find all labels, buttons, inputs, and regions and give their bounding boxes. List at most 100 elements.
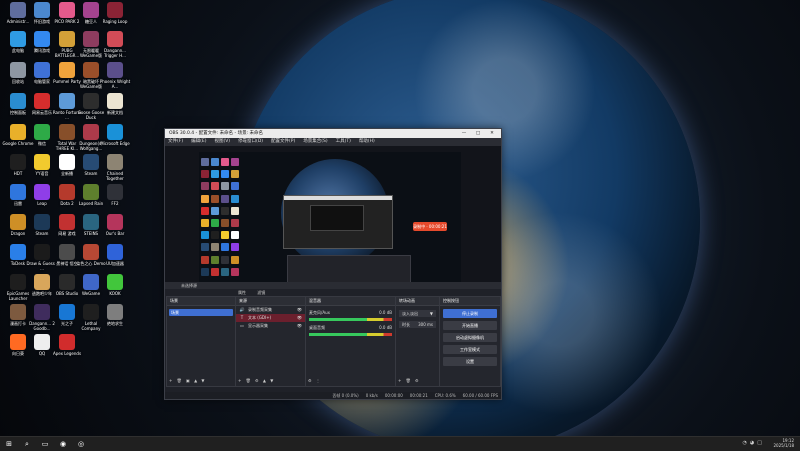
desktop-icon[interactable]: Dangann... Trigger H... xyxy=(99,31,131,58)
properties-filters-row: 属性 滤镜 xyxy=(165,289,501,296)
menu-tools[interactable]: 工具(T) xyxy=(336,138,351,146)
taskbar-clock[interactable]: 19:12 2025/1/18 xyxy=(764,438,794,448)
preview-desktop-icon xyxy=(211,206,219,215)
sources-footer: + 🗑 ⚙ ▲ ▼ xyxy=(238,378,303,384)
start-virtual-camera-button[interactable]: 启动虚拟摄像机 xyxy=(443,333,497,342)
desktop-icon-image xyxy=(10,154,26,170)
dropped-frames: 丢帧 0 (0.0%) xyxy=(332,393,359,398)
desktop-icon[interactable]: Phoenix Wright A... xyxy=(99,62,131,89)
obs-window[interactable]: OBS 30.0.4 - 配置文件: 未命名 - 场景: 未命名 — □ ✕ 文… xyxy=(164,128,502,400)
menu-edit[interactable]: 编辑(E) xyxy=(191,138,206,146)
task-view-icon[interactable]: ▭ xyxy=(40,439,50,449)
preview-desktop-icon xyxy=(231,194,239,203)
source-visibility-icon[interactable]: 👁 xyxy=(297,306,302,314)
controls-header: 控制按钮 xyxy=(440,297,500,306)
desktop-icon[interactable]: Apex Legends xyxy=(51,334,83,356)
mixer-track-desktop: 桌面音频 0.0 dB xyxy=(309,325,392,336)
remove-source-button[interactable]: 🗑 xyxy=(246,378,251,383)
desktop-icon[interactable]: Chained Together xyxy=(99,154,131,181)
desktop-icon-image xyxy=(59,184,75,200)
stop-recording-button[interactable]: 停止录制 xyxy=(443,309,497,318)
add-source-button[interactable]: + xyxy=(238,378,241,383)
desktop-icon-image xyxy=(10,93,26,109)
preview-desktop-icon xyxy=(211,194,219,203)
scene-up-button[interactable]: ▲ xyxy=(194,378,197,383)
close-button[interactable]: ✕ xyxy=(485,129,499,138)
preview-desktop-icon xyxy=(201,218,209,227)
preview-desktop-icon xyxy=(231,255,239,264)
properties-tab[interactable]: 属性 xyxy=(238,290,246,295)
menu-view[interactable]: 视图(V) xyxy=(214,138,230,146)
desktop-icon-image xyxy=(34,304,50,320)
desktop-icon-label: Phoenix Wright A... xyxy=(99,79,131,89)
volume-icon[interactable]: ◕ xyxy=(750,440,754,446)
source-up-button[interactable]: ▲ xyxy=(263,378,266,383)
controls-panel: 控制按钮 停止录制 开始直播 启动虚拟摄像机 工作室模式 设置 xyxy=(439,296,501,387)
scene-down-button[interactable]: ▼ xyxy=(201,378,204,383)
transition-select[interactable]: 淡入淡出 ▼ xyxy=(399,310,436,317)
preview-desktop-icon xyxy=(231,243,239,252)
transition-settings-button[interactable]: ⚙ xyxy=(415,378,419,383)
desktop-icon[interactable]: 新建文档 xyxy=(99,93,131,115)
start-button[interactable]: ⊞ xyxy=(4,439,14,449)
menu-scene-collection[interactable]: 场景集合(S) xyxy=(303,138,327,146)
obs-taskbar-icon[interactable]: ◎ xyxy=(76,439,86,449)
remove-scene-button[interactable]: 🗑 xyxy=(177,378,182,383)
steam-icon[interactable]: ◉ xyxy=(58,439,68,449)
desktop-icon[interactable]: UU加速器 xyxy=(99,244,131,266)
menu-file[interactable]: 文件(F) xyxy=(168,138,183,146)
notification-icon[interactable]: □ xyxy=(757,440,762,446)
desktop-icon[interactable]: FF2 xyxy=(99,184,131,206)
source-visibility-icon[interactable]: 👁 xyxy=(297,322,302,330)
preview-desktop-icon xyxy=(231,206,239,215)
preview-desktop-icon xyxy=(211,267,219,276)
search-icon[interactable]: ⌕ xyxy=(22,439,32,449)
desktop-icon-image xyxy=(83,93,99,109)
menu-docks[interactable]: 停靠窗口(D) xyxy=(238,138,263,146)
maximize-button[interactable]: □ xyxy=(471,129,485,138)
desktop-icon-label: Dangann... Trigger H... xyxy=(104,48,126,58)
mixer-more-icon[interactable]: ⋮ xyxy=(316,378,320,383)
network-icon[interactable]: ◔ xyxy=(743,440,747,446)
desktop-icon-image xyxy=(10,2,26,18)
desktop: Administr... 怀旧游戏 PICO PARK 2 糖豆人 Raging Loo… xyxy=(0,0,800,436)
filters-tab[interactable]: 滤镜 xyxy=(257,290,265,295)
preview-desktop-icon xyxy=(231,170,239,179)
obs-menu-bar: 文件(F) 编辑(E) 视图(V) 停靠窗口(D) 配置文件(P) 场景集合(S… xyxy=(165,138,501,146)
desktop-icon-image xyxy=(34,62,50,78)
minimize-button[interactable]: — xyxy=(457,129,471,138)
desktop-icon-image xyxy=(107,154,123,170)
menu-help[interactable]: 帮助(H) xyxy=(359,138,375,146)
add-transition-button[interactable]: + xyxy=(398,378,401,383)
settings-button[interactable]: 设置 xyxy=(443,357,497,366)
preview-desktop-icon xyxy=(211,231,219,240)
source-text-gdi[interactable]: T 文本 (GDI+) 👁 xyxy=(236,314,305,322)
obs-title-bar[interactable]: OBS 30.0.4 - 配置文件: 未命名 - 场景: 未命名 — □ ✕ xyxy=(165,129,501,138)
mixer-track-mic: 麦克风/Aux 0.0 dB xyxy=(309,310,392,321)
preview-desktop-icon xyxy=(211,182,219,191)
desktop-icon-image xyxy=(107,93,123,109)
source-display-capture[interactable]: ▭ 显示器采集 👁 xyxy=(236,322,305,330)
start-streaming-button[interactable]: 开始直播 xyxy=(443,321,497,330)
preview-desktop-icon xyxy=(231,158,239,166)
source-audio-capture[interactable]: 🔊 录制音频采集 👁 xyxy=(236,306,305,314)
desktop-icon[interactable]: Microsoft Edge xyxy=(99,124,131,146)
mixer-settings-icon[interactable]: ⚙ xyxy=(308,378,312,383)
desktop-icon[interactable]: Our's Bar xyxy=(99,214,131,236)
remove-transition-button[interactable]: 🗑 xyxy=(406,378,411,383)
add-scene-button[interactable]: + xyxy=(169,378,172,383)
scenes-footer: + 🗑 ▣ ▲ ▼ xyxy=(169,378,233,384)
obs-preview-area[interactable]: 录制中 · 00:00:21 xyxy=(165,146,501,283)
source-visibility-icon[interactable]: 👁 xyxy=(297,314,302,322)
desktop-icon[interactable]: 绝地求生 xyxy=(99,304,131,326)
desktop-icon[interactable]: KOOK xyxy=(99,274,131,296)
menu-profile[interactable]: 配置文件(P) xyxy=(271,138,295,146)
scene-item-selected[interactable]: 场景 xyxy=(169,309,233,316)
preview-screen[interactable]: 录制中 · 00:00:21 xyxy=(199,152,461,283)
studio-mode-button[interactable]: 工作室模式 xyxy=(443,345,497,354)
desktop-icon[interactable]: Raging Loop xyxy=(99,2,131,24)
transition-duration[interactable]: 时长 300 ms xyxy=(399,321,436,328)
source-down-button[interactable]: ▼ xyxy=(270,378,273,383)
source-settings-button[interactable]: ⚙ xyxy=(255,378,259,383)
scene-settings-button[interactable]: ▣ xyxy=(186,378,190,383)
